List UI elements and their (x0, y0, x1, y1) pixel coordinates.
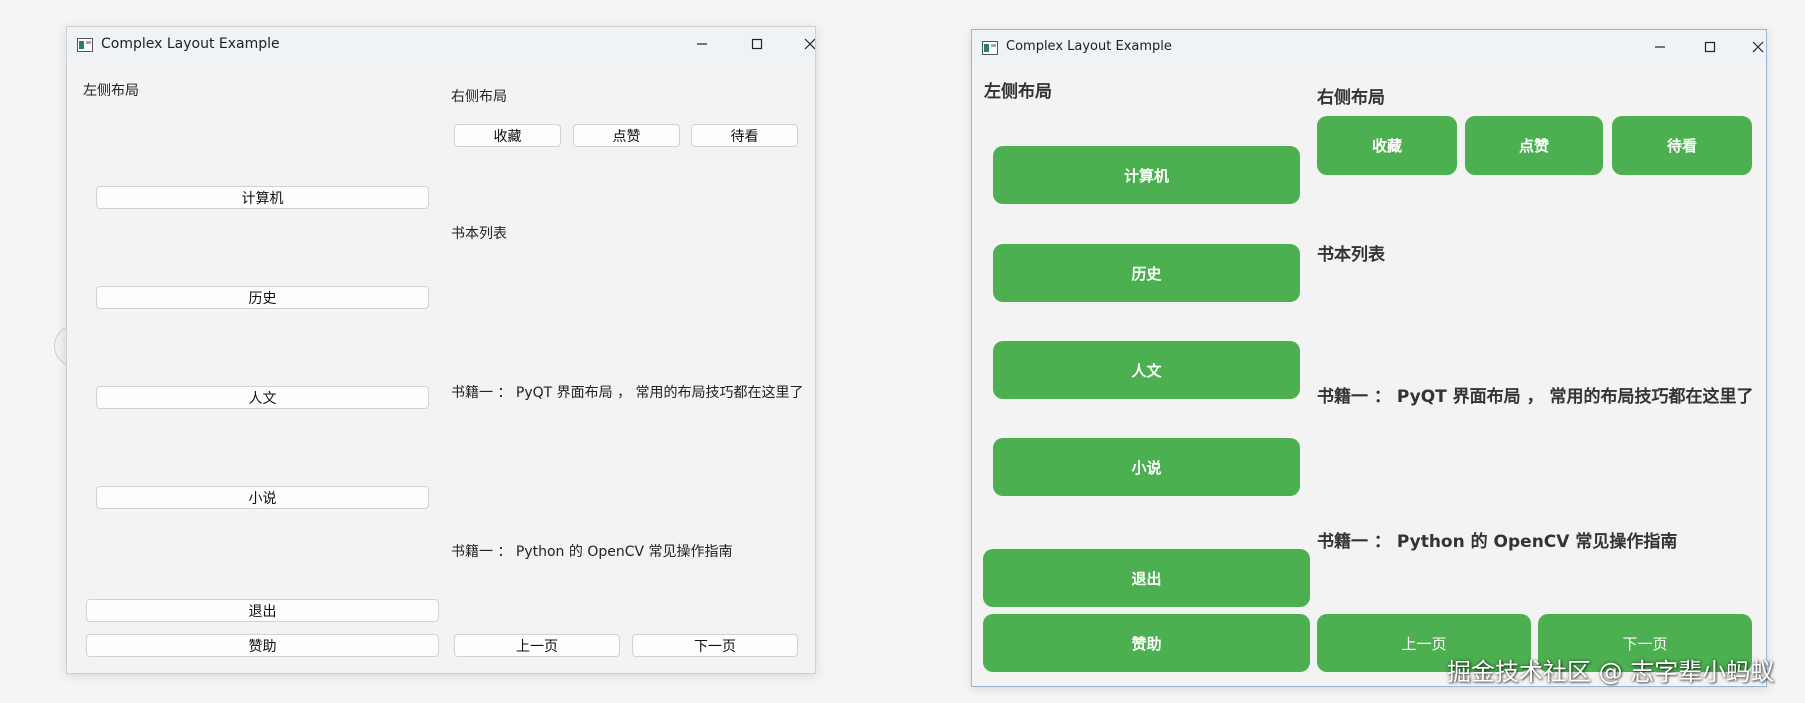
nav-novel-button[interactable]: 小说 (96, 486, 429, 509)
minimize-button[interactable] (1635, 30, 1685, 64)
app-icon (77, 37, 93, 52)
minimize-button[interactable] (677, 27, 727, 61)
nav-history-button[interactable]: 历史 (96, 286, 429, 309)
maximize-icon (751, 38, 763, 50)
right-layout-heading: 右侧布局 (1317, 88, 1385, 108)
nav-humanities-button[interactable]: 人文 (96, 386, 429, 409)
window-plain: Complex Layout Example 左侧布局 右侧布局 收藏 点赞 待… (66, 26, 816, 674)
title-bar[interactable]: Complex Layout Example (67, 27, 815, 61)
close-button[interactable] (785, 27, 815, 61)
nav-novel-button[interactable]: 小说 (993, 438, 1300, 496)
left-layout-heading: 左侧布局 (984, 82, 1052, 102)
favorite-button[interactable]: 收藏 (1317, 116, 1457, 175)
left-layout-heading: 左侧布局 (83, 83, 139, 99)
book-list-title: 书本列表 (1317, 245, 1385, 265)
favorite-button[interactable]: 收藏 (454, 124, 561, 147)
nav-computer-button[interactable]: 计算机 (96, 186, 429, 209)
watch-later-button[interactable]: 待看 (1612, 116, 1752, 175)
close-icon (1752, 41, 1764, 53)
book-item-2: 书籍一 ： Python 的 OpenCV 常见操作指南 (451, 544, 733, 560)
maximize-button[interactable] (1685, 30, 1735, 64)
book-item-1: 书籍一 ： PyQT 界面布局 ， 常用的布局技巧都在这里了 (1317, 387, 1754, 407)
prev-page-button[interactable]: 上一页 (454, 634, 620, 657)
close-button[interactable] (1733, 30, 1766, 64)
watch-later-button[interactable]: 待看 (691, 124, 798, 147)
close-icon (804, 38, 815, 50)
nav-computer-button[interactable]: 计算机 (993, 146, 1300, 204)
exit-button[interactable]: 退出 (983, 549, 1310, 607)
like-button[interactable]: 点赞 (573, 124, 680, 147)
sponsor-button[interactable]: 赞助 (983, 614, 1310, 672)
nav-humanities-button[interactable]: 人文 (993, 341, 1300, 399)
window-title: Complex Layout Example (1006, 39, 1172, 54)
book-list-title: 书本列表 (451, 226, 507, 242)
next-page-button[interactable]: 下一页 (632, 634, 798, 657)
minimize-icon (1655, 46, 1665, 48)
like-button[interactable]: 点赞 (1465, 116, 1603, 175)
nav-history-button[interactable]: 历史 (993, 244, 1300, 302)
title-bar[interactable]: Complex Layout Example (972, 30, 1766, 64)
exit-button[interactable]: 退出 (86, 599, 439, 622)
book-item-1: 书籍一 ： PyQT 界面布局 ， 常用的布局技巧都在这里了 (451, 385, 804, 401)
minimize-icon (697, 43, 707, 45)
sponsor-button[interactable]: 赞助 (86, 634, 439, 657)
book-item-2: 书籍一 ： Python 的 OpenCV 常见操作指南 (1317, 532, 1678, 552)
maximize-icon (1704, 41, 1716, 53)
window-title: Complex Layout Example (101, 36, 280, 52)
window-styled: Complex Layout Example 左侧布局 右侧布局 收藏 点赞 待… (971, 29, 1767, 687)
maximize-button[interactable] (732, 27, 782, 61)
app-icon (982, 40, 998, 55)
right-layout-heading: 右侧布局 (451, 89, 507, 105)
watermark: 掘金技术社区 @ 志字辈小蚂蚁 (1447, 658, 1775, 686)
